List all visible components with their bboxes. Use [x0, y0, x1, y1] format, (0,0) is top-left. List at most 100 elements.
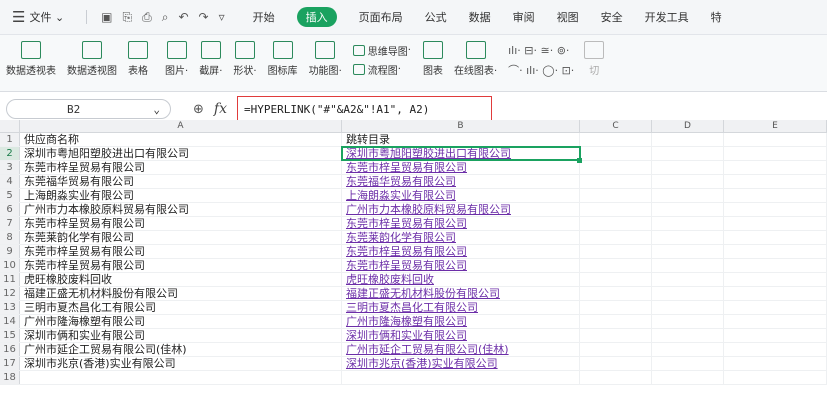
screenshot-button[interactable]: 截屏· [199, 41, 222, 77]
cell-d[interactable] [652, 231, 724, 244]
cell-b[interactable]: 深圳市俩和实业有限公司 [342, 329, 580, 342]
export-icon[interactable]: ⎘ [123, 10, 133, 25]
cell-b[interactable]: 虎旺橡胶废料回收 [342, 273, 580, 286]
tab-home[interactable]: 开始 [253, 9, 275, 25]
cell-d[interactable] [652, 203, 724, 216]
customize-icon[interactable]: ▿ [219, 10, 225, 24]
column-header-b[interactable]: B [342, 120, 580, 132]
row-number[interactable]: 7 [0, 217, 20, 230]
chart-type-row-2[interactable]: ⌒· ılı· ◯· ⊡· [508, 60, 574, 79]
hyperlink[interactable]: 东莞市梓呈贸易有限公司 [346, 161, 467, 174]
chart-type-row-1[interactable]: ılı· ⊟· ≅· ⊚· [508, 41, 574, 60]
cell-b[interactable]: 深圳市兆京(香港)实业有限公司 [342, 357, 580, 370]
cell-d[interactable] [652, 287, 724, 300]
cell-e[interactable] [724, 189, 827, 202]
cell-e[interactable] [724, 315, 827, 328]
cell-b[interactable]: 广州市力本橡胶原料贸易有限公司 [342, 203, 580, 216]
cell-e[interactable] [724, 217, 827, 230]
tab-insert[interactable]: 插入 [296, 7, 337, 27]
cell-a[interactable]: 福建正盛无机材料股份有限公司 [20, 287, 342, 300]
row-number[interactable]: 18 [0, 371, 20, 384]
cell-d[interactable] [652, 189, 724, 202]
cell-e[interactable] [724, 301, 827, 314]
cell-c[interactable] [580, 231, 652, 244]
hyperlink[interactable]: 广州市延企工贸易有限公司(佳林) [346, 343, 509, 356]
function-chart-button[interactable]: 功能图· [309, 41, 342, 77]
row-number[interactable]: 11 [0, 273, 20, 286]
row-number[interactable]: 10 [0, 259, 20, 272]
cell-c[interactable] [580, 203, 652, 216]
name-box[interactable]: B2 ⌄ [6, 99, 171, 119]
hyperlink[interactable]: 三明市夏杰昌化工有限公司 [346, 301, 478, 314]
tab-special[interactable]: 特 [711, 9, 722, 25]
hamburger-icon[interactable]: ☰ [12, 8, 25, 26]
row-number[interactable]: 4 [0, 175, 20, 188]
pivot-chart-button[interactable]: 数据透视图 [67, 41, 117, 77]
tab-page-layout[interactable]: 页面布局 [359, 9, 403, 25]
cell-a[interactable]: 广州市力本橡胶原料贸易有限公司 [20, 203, 342, 216]
cell-d[interactable] [652, 161, 724, 174]
cell-a[interactable]: 东莞市梓呈贸易有限公司 [20, 259, 342, 272]
cell-e[interactable] [724, 371, 827, 384]
cell-b[interactable]: 东莞市梓呈贸易有限公司 [342, 161, 580, 174]
cell-a[interactable]: 广州市延企工贸易有限公司(佳林) [20, 343, 342, 356]
row-number[interactable]: 6 [0, 203, 20, 216]
zoom-icon[interactable]: ⊕ [193, 102, 204, 117]
cell-e[interactable] [724, 231, 827, 244]
cell-b[interactable] [342, 371, 580, 384]
cell-a[interactable]: 深圳市粤旭阳塑胶进出口有限公司 [20, 147, 342, 160]
row-number[interactable]: 14 [0, 315, 20, 328]
cell-a[interactable]: 三明市夏杰昌化工有限公司 [20, 301, 342, 314]
cell-e[interactable] [724, 273, 827, 286]
cell-e[interactable] [724, 175, 827, 188]
cell-b[interactable]: 深圳市粤旭阳塑胶进出口有限公司 [341, 146, 582, 163]
cell-a[interactable]: 东莞莱韵化学有限公司 [20, 231, 342, 244]
row-number[interactable]: 16 [0, 343, 20, 356]
formula-input[interactable]: =HYPERLINK("#"&A2&"!A1", A2) [236, 96, 492, 122]
cell-a[interactable] [20, 371, 342, 384]
cell-d[interactable] [652, 357, 724, 370]
hyperlink[interactable]: 广州市力本橡胶原料贸易有限公司 [346, 203, 511, 216]
row-number[interactable]: 8 [0, 231, 20, 244]
cell-c[interactable] [580, 133, 652, 146]
row-number[interactable]: 3 [0, 161, 20, 174]
cell-a[interactable]: 东莞市梓呈贸易有限公司 [20, 217, 342, 230]
cell-e[interactable] [724, 357, 827, 370]
cell-b[interactable]: 东莞市梓呈贸易有限公司 [342, 217, 580, 230]
cell-e[interactable] [724, 161, 827, 174]
cell-c[interactable] [580, 301, 652, 314]
undo-icon[interactable]: ↶ [178, 10, 188, 24]
cell-b[interactable]: 三明市夏杰昌化工有限公司 [342, 301, 580, 314]
cell-e[interactable] [724, 203, 827, 216]
online-chart-button[interactable]: 在线图表· [454, 41, 497, 77]
column-header-e[interactable]: E [724, 120, 827, 132]
cell-c[interactable] [580, 273, 652, 286]
cell-e[interactable] [724, 133, 827, 146]
cell-d[interactable] [652, 133, 724, 146]
cell-e[interactable] [724, 259, 827, 272]
cell-c[interactable] [580, 245, 652, 258]
hyperlink[interactable]: 东莞市梓呈贸易有限公司 [346, 259, 467, 272]
cell-d[interactable] [652, 343, 724, 356]
cell-b[interactable]: 上海朗淼实业有限公司 [342, 189, 580, 202]
cell-d[interactable] [652, 329, 724, 342]
mind-map-button[interactable]: 思维导图 · [352, 41, 411, 60]
hyperlink[interactable]: 东莞莱韵化学有限公司 [346, 231, 456, 244]
cell-c[interactable] [580, 343, 652, 356]
cell-b[interactable]: 东莞市梓呈贸易有限公司 [342, 259, 580, 272]
tab-developer[interactable]: 开发工具 [645, 9, 689, 25]
cell-b[interactable]: 跳转目录 [342, 133, 580, 146]
cell-d[interactable] [652, 301, 724, 314]
hyperlink[interactable]: 深圳市兆京(香港)实业有限公司 [346, 357, 498, 370]
cell-e[interactable] [724, 245, 827, 258]
hyperlink[interactable]: 上海朗淼实业有限公司 [346, 189, 456, 202]
cell-a[interactable]: 虎旺橡胶废料回收 [20, 273, 342, 286]
hyperlink[interactable]: 深圳市俩和实业有限公司 [346, 329, 467, 342]
cell-e[interactable] [724, 329, 827, 342]
picture-button[interactable]: 图片· [165, 41, 188, 77]
cell-c[interactable] [580, 189, 652, 202]
cell-b[interactable]: 东莞莱韵化学有限公司 [342, 231, 580, 244]
cell-e[interactable] [724, 147, 827, 160]
icon-library-button[interactable]: 图标库 [268, 41, 298, 77]
cell-b[interactable]: 东莞福华贸易有限公司 [342, 175, 580, 188]
